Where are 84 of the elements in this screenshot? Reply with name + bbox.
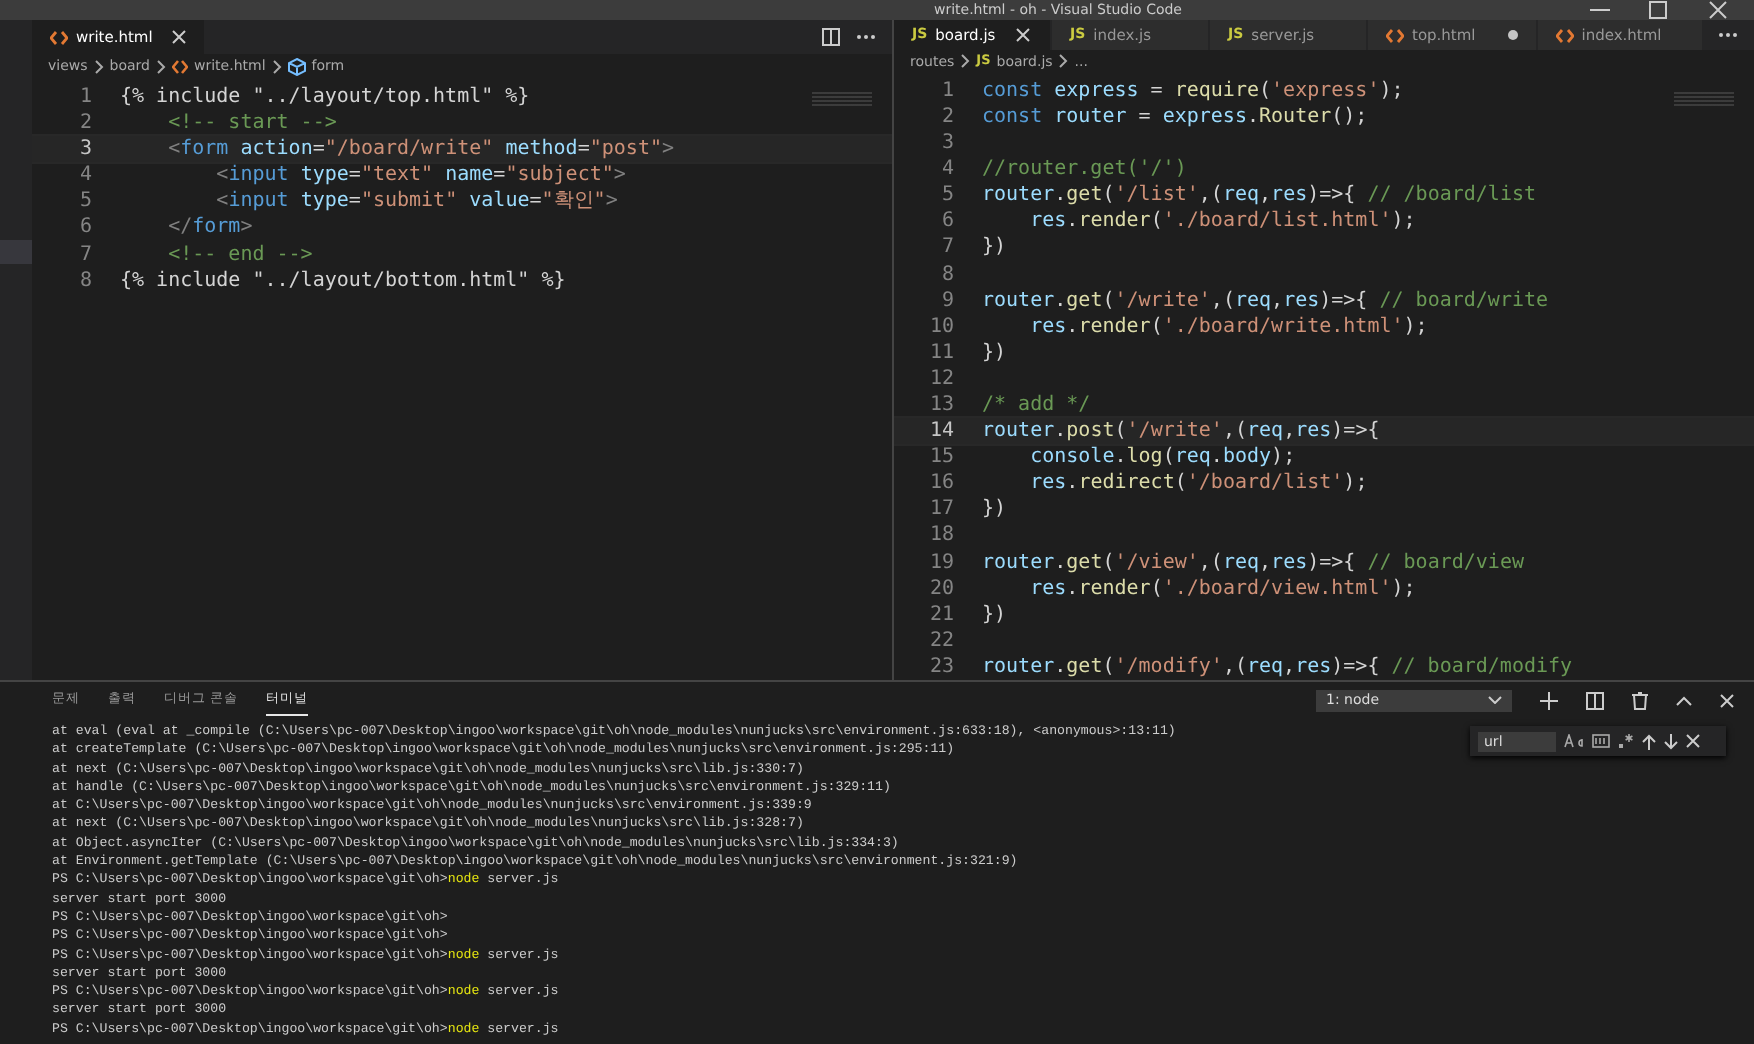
code-line: const router = express.Router(); — [982, 103, 1368, 131]
close-icon[interactable] — [172, 30, 187, 44]
line-number: 2 — [77, 110, 94, 137]
code-line: }) — [982, 601, 1007, 628]
trash-icon[interactable] — [1632, 691, 1648, 709]
line-number: 4 — [939, 156, 956, 183]
code-file-icon — [50, 29, 68, 45]
code-line: <input type="text" name="subject"> — [214, 162, 626, 189]
cube-icon — [287, 57, 306, 75]
chevron-icon — [156, 59, 166, 73]
line-number: 10 — [927, 313, 956, 340]
match-case-icon[interactable] — [1564, 734, 1584, 748]
code-line: router.get('/view',(req,res)=>{ // board/view — [982, 549, 1524, 576]
code-line: {% include "../layout/top.html" %} — [120, 84, 530, 111]
line-number: 8 — [77, 267, 94, 294]
arrow-down-icon[interactable] — [1664, 733, 1678, 749]
line-number: 13 — [927, 391, 956, 419]
line-number: 19 — [927, 549, 956, 576]
code-line: res.redirect('/board/list'); — [1028, 470, 1368, 497]
line-number: 3 — [77, 136, 94, 163]
code-line: //router.get('/') — [982, 156, 1187, 183]
line-number: 17 — [927, 496, 956, 523]
code-file-icon — [172, 59, 188, 73]
line-number: 11 — [927, 339, 956, 366]
code-line: router.post('/write',(req,res)=>{ — [982, 418, 1380, 445]
code-line: router.get('/list',(req,res)=>{ // /board/list — [982, 182, 1537, 209]
line-number: 7 — [939, 234, 956, 261]
split-editor-icon[interactable] — [822, 28, 840, 46]
line-number: 5 — [77, 188, 94, 215]
whole-word-icon[interactable] — [1592, 734, 1610, 748]
split-terminal-icon[interactable] — [1586, 691, 1604, 709]
code-line: <input type="submit" value="확인"> — [214, 188, 618, 215]
line-number: 1 — [77, 84, 94, 111]
code-file-icon — [1386, 27, 1404, 44]
line-number: 2 — [939, 103, 956, 131]
line-number: 6 — [939, 208, 956, 235]
regex-icon[interactable] — [1618, 734, 1634, 748]
line-number: 5 — [939, 182, 956, 209]
line-number: 22 — [927, 627, 956, 654]
line-number: 20 — [927, 575, 956, 602]
code-line: }) — [982, 339, 1007, 366]
line-number: 1 — [939, 77, 956, 104]
caret-icon — [1488, 696, 1502, 704]
code-line: res.render('./board/view.html'); — [1028, 575, 1416, 602]
code-line: res.render('./board/write.html'); — [1028, 313, 1428, 340]
close-icon[interactable] — [1686, 734, 1700, 748]
code-line: <form action="/board/write" method="post"> — [166, 136, 675, 163]
line-number: 23 — [927, 653, 956, 680]
code-line: res.render('./board/list.html'); — [1028, 208, 1416, 235]
more-icon[interactable] — [856, 34, 876, 40]
line-number: 15 — [927, 444, 956, 471]
code-file-icon — [1555, 27, 1574, 44]
plus-icon[interactable] — [1540, 691, 1558, 709]
chevron-up-icon[interactable] — [1676, 695, 1692, 705]
close-icon[interactable] — [1720, 693, 1734, 707]
close-icon[interactable] — [1015, 28, 1030, 43]
line-number: 14 — [927, 418, 956, 445]
code-line: router.get('/write',(req,res)=>{ // board/write — [982, 287, 1549, 314]
code-line: router.get('/modify',(req,res)=>{ // board/modify — [982, 653, 1573, 680]
line-number: 9 — [939, 287, 956, 314]
chevron-icon — [1058, 54, 1069, 68]
chevron-icon — [960, 54, 971, 68]
line-number: 16 — [927, 470, 956, 497]
line-number: 8 — [939, 261, 956, 288]
code-line: {% include "../layout/bottom.html" %} — [120, 267, 566, 294]
arrow-up-icon[interactable] — [1642, 733, 1656, 749]
line-number: 4 — [77, 162, 94, 189]
code-line: console.log(req.body); — [1028, 444, 1296, 471]
line-number: 12 — [927, 365, 956, 392]
line-number: 21 — [927, 601, 956, 628]
chevron-icon — [93, 59, 104, 73]
code-line: </form> — [166, 214, 253, 242]
code-line: <!-- start --> — [166, 110, 337, 137]
line-number: 6 — [77, 214, 94, 242]
code-line: const express = require('express'); — [982, 77, 1404, 104]
chevron-icon — [271, 59, 282, 73]
code-line: }) — [982, 496, 1007, 523]
line-number: 18 — [927, 522, 956, 550]
code-line: }) — [982, 234, 1007, 261]
line-number: 3 — [939, 130, 956, 157]
code-line: <!-- end --> — [166, 241, 313, 268]
line-number: 7 — [77, 241, 94, 268]
more-icon[interactable] — [1718, 32, 1738, 39]
code-line: /* add */ — [982, 391, 1091, 419]
